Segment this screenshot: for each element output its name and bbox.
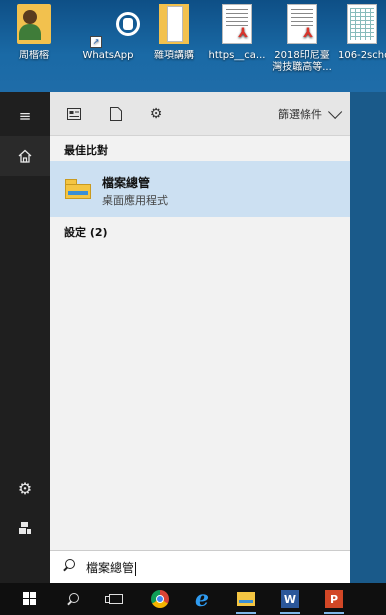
desktop-icon-folder[interactable]: 雜項講購	[148, 4, 200, 62]
settings-tab[interactable]: ⚙	[146, 104, 166, 124]
task-view-icon	[105, 594, 123, 604]
user-folder-icon	[16, 4, 52, 48]
search-results-panel: ⚙ 篩選條件 最佳比對 檔案總管 桌面應用程式 設定 (2)	[50, 92, 350, 583]
search-query: 檔案總管	[86, 561, 135, 575]
desktop-icon-pdf[interactable]: ⅄ https__ca...	[206, 4, 268, 62]
filter-label: 篩選條件	[278, 108, 322, 121]
pdf-icon: ⅄	[219, 4, 255, 48]
desktop-icon-label: 周楷榕	[19, 50, 49, 61]
pdf-icon: ⅄	[284, 4, 320, 48]
whatsapp-icon: ↗	[90, 4, 133, 48]
results-header: ⚙ 篩選條件	[50, 92, 350, 136]
result-name: 檔案總管	[102, 176, 151, 190]
chrome-icon	[151, 590, 169, 608]
file-explorer-taskbar-button[interactable]	[236, 589, 256, 614]
hamburger-menu-icon: ≡	[18, 107, 32, 125]
home-icon	[18, 149, 32, 163]
desktop-icon-label: WhatsApp	[82, 50, 134, 61]
desktop-icon-spreadsheet[interactable]: 106-2scho	[338, 4, 386, 62]
edge-icon: e	[195, 586, 209, 612]
powerpoint-icon: P	[325, 590, 343, 608]
desktop: 周楷榕 ↗ WhatsApp 雜項講購 ⅄ https__ca... ⅄ 201…	[0, 0, 386, 92]
gear-icon: ⚙	[149, 106, 163, 122]
desktop-icon-user-folder[interactable]: 周楷榕	[8, 4, 60, 62]
search-icon	[66, 593, 79, 605]
all-results-icon	[67, 108, 81, 120]
user-icon	[19, 522, 31, 534]
search-input[interactable]: 檔案總管	[86, 559, 137, 576]
all-results-tab[interactable]	[64, 104, 84, 124]
start-button[interactable]	[20, 589, 40, 609]
desktop-icon-label: https__ca...	[208, 50, 266, 61]
search-icon	[62, 559, 75, 572]
chevron-down-icon	[328, 104, 343, 119]
best-match-heading: 最佳比對	[64, 144, 108, 157]
desktop-icon-whatsapp[interactable]: ↗ WhatsApp	[74, 4, 142, 62]
search-box[interactable]: 檔案總管	[50, 550, 350, 583]
best-match-result[interactable]: 檔案總管 桌面應用程式	[50, 161, 350, 217]
word-icon: W	[281, 590, 299, 608]
result-type: 桌面應用程式	[102, 194, 168, 207]
taskbar-search-button[interactable]	[62, 589, 82, 609]
home-button[interactable]	[0, 136, 50, 176]
file-explorer-icon	[237, 592, 255, 606]
filter-dropdown[interactable]: 篩選條件	[278, 104, 343, 122]
settings-button[interactable]: ⚙	[0, 468, 50, 508]
powerpoint-taskbar-button[interactable]: P	[324, 589, 344, 614]
folder-icon	[156, 4, 192, 48]
word-taskbar-button[interactable]: W	[280, 589, 300, 614]
start-menu-rail: ≡ ⚙	[0, 92, 50, 583]
spreadsheet-icon	[344, 4, 380, 48]
desktop-icon-label: 雜項講購	[154, 50, 194, 61]
taskbar: e W P	[0, 583, 386, 615]
windows-start-icon	[23, 592, 37, 606]
chrome-taskbar-button[interactable]	[150, 589, 170, 609]
hamburger-menu-button[interactable]: ≡	[0, 96, 50, 136]
task-view-button[interactable]	[105, 589, 126, 609]
documents-tab[interactable]	[106, 104, 126, 124]
file-explorer-icon	[65, 179, 91, 199]
settings-icon: ⚙	[17, 478, 33, 498]
edge-taskbar-button[interactable]: e	[192, 586, 212, 612]
document-icon	[110, 107, 122, 121]
desktop-icon-label: 2018印尼臺灣技職高等...	[272, 50, 332, 73]
settings-section-heading[interactable]: 設定 (2)	[64, 224, 108, 240]
user-button[interactable]	[0, 508, 50, 548]
desktop-icon-label: 106-2scho	[338, 50, 386, 61]
desktop-icon-pdf-2[interactable]: ⅄ 2018印尼臺灣技職高等...	[272, 4, 332, 74]
